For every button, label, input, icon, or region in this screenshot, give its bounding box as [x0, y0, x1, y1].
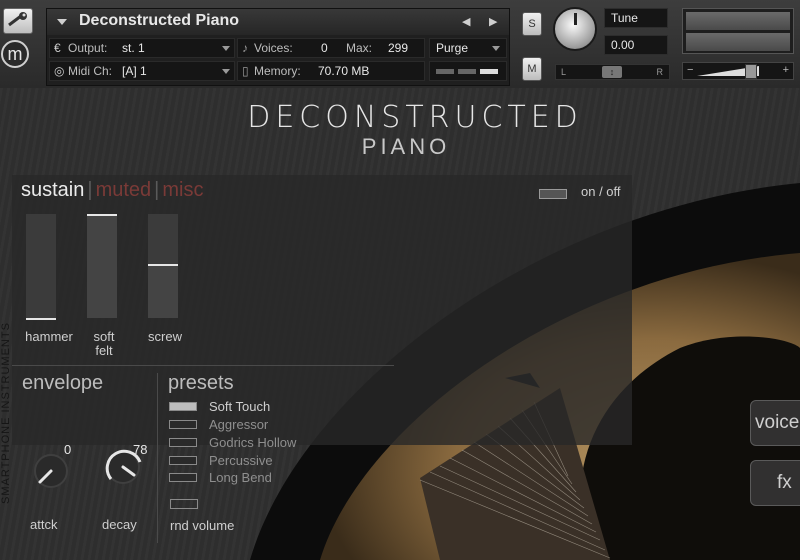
tune-knob[interactable]: [553, 7, 597, 51]
volume-slider[interactable]: − +: [682, 62, 794, 80]
memory-icon: ▯: [242, 64, 249, 78]
hammer-label: hammer: [25, 329, 73, 344]
screw-slider-handle[interactable]: [148, 264, 178, 266]
screw-slider-fill: [148, 264, 178, 318]
tab-muted[interactable]: muted: [96, 179, 152, 201]
preset-toggle[interactable]: [169, 438, 197, 447]
voices-label: Voices:: [254, 41, 293, 55]
midi-channel-selector[interactable]: ◎ Midi Ch: [A] 1: [49, 61, 235, 81]
midi-icon: ◎: [54, 64, 65, 78]
section-divider: [12, 365, 394, 366]
pan-right-label: R: [656, 67, 664, 77]
attack-label: attck: [30, 517, 58, 532]
pan-left-label: L: [561, 67, 567, 77]
tune-label: Tune: [604, 8, 668, 28]
vendor-side-text: SMARTPHONE INSTRUMENTS: [0, 322, 12, 504]
tab-misc[interactable]: misc: [162, 179, 203, 201]
pan-handle[interactable]: ↕: [602, 66, 622, 78]
level-meter: [682, 8, 794, 54]
voices-icon: ♪: [242, 41, 248, 55]
fx-button[interactable]: fx: [750, 460, 800, 506]
decay-label: decay: [102, 517, 137, 532]
next-instrument-icon[interactable]: ▶: [489, 15, 497, 28]
level-meter-right: [686, 33, 790, 51]
soft-felt-label: soft felt: [93, 329, 115, 358]
preset-label: Long Bend: [209, 470, 272, 485]
on-off-label: on / off: [581, 184, 621, 199]
memory-value: 70.70 MB: [318, 64, 370, 78]
cpu-meter-segment: [436, 69, 454, 74]
midi-label: Midi Ch:: [68, 64, 113, 78]
tab-separator: |: [87, 179, 93, 201]
kontakt-m-icon[interactable]: m: [1, 40, 29, 68]
output-selector[interactable]: € Output: st. 1: [49, 38, 235, 58]
tab-sustain[interactable]: sustain: [21, 179, 84, 201]
screw-label: screw: [148, 329, 182, 344]
on-off-toggle[interactable]: [539, 189, 567, 199]
voices-display: ♪ Voices: 0 Max: 299: [237, 38, 425, 58]
purge-label: Purge: [436, 41, 469, 55]
instrument-name[interactable]: Deconstructed Piano: [79, 12, 239, 30]
brand-subtitle: PIANO: [361, 134, 451, 159]
solo-button[interactable]: S: [522, 12, 542, 36]
wrench-icon[interactable]: [3, 8, 33, 34]
instrument-rack: Deconstructed Piano ◀ ▶ € Output: st. 1 …: [46, 8, 510, 86]
screw-slider[interactable]: [148, 214, 178, 318]
soft-felt-slider-handle[interactable]: [87, 214, 117, 216]
voice-button[interactable]: voice: [750, 400, 800, 446]
mute-button[interactable]: M: [522, 57, 542, 81]
cpu-meter-segment: [480, 69, 498, 74]
instrument-body: DECONSTRUCTED PIANO SMARTPHONE INSTRUMEN…: [0, 88, 800, 560]
section-divider-vertical: [157, 373, 158, 543]
preset-label: Aggressor: [209, 417, 269, 432]
volume-minus-label: −: [687, 64, 694, 76]
output-icon: €: [54, 41, 61, 55]
purge-dropdown-icon[interactable]: [492, 46, 500, 51]
level-meter-left: [686, 12, 790, 30]
max-label: Max:: [346, 41, 373, 55]
pan-slider[interactable]: L ↕ R: [555, 64, 670, 80]
collapse-triangle-icon[interactable]: [57, 19, 67, 25]
preset-label: Percussive: [209, 453, 273, 468]
output-label: Output:: [68, 41, 108, 55]
volume-plus-label: +: [782, 64, 789, 76]
prev-instrument-icon[interactable]: ◀: [462, 15, 470, 28]
preset-toggle[interactable]: [169, 473, 197, 482]
tab-separator: |: [154, 179, 160, 201]
preset-toggle[interactable]: [169, 402, 197, 411]
preset-toggle[interactable]: [169, 456, 197, 465]
attack-value: 0: [64, 442, 72, 457]
brand-title: DECONSTRUCTED: [247, 100, 583, 135]
output-value: st. 1: [122, 41, 145, 55]
rnd-volume-label: rnd volume: [170, 518, 235, 533]
tune-knob-pointer: [574, 13, 577, 25]
output-dropdown-icon[interactable]: [222, 46, 230, 51]
tune-value[interactable]: 0.00: [604, 35, 668, 55]
instrument-header: m Deconstructed Piano ◀ ▶ € Output: st. …: [0, 0, 800, 89]
soft-felt-slider[interactable]: [87, 214, 117, 318]
presets-title: presets: [168, 372, 234, 394]
preset-label: Godrics Hollow: [209, 435, 297, 450]
envelope-title: envelope: [22, 372, 104, 394]
purge-menu[interactable]: Purge: [429, 38, 507, 58]
soft-felt-slider-fill: [87, 214, 117, 318]
tab-bar: sustain | muted | misc: [21, 179, 203, 202]
voices-value: 0: [321, 41, 328, 55]
volume-handle[interactable]: [745, 64, 757, 79]
memory-display: ▯ Memory: 70.70 MB: [237, 61, 425, 81]
midi-dropdown-icon[interactable]: [222, 69, 230, 74]
hammer-slider[interactable]: [26, 214, 56, 320]
preset-toggle[interactable]: [169, 420, 197, 429]
rnd-volume-toggle[interactable]: [170, 499, 198, 509]
midi-value: [A] 1: [122, 64, 147, 78]
cpu-indicator: [429, 61, 507, 81]
memory-label: Memory:: [254, 64, 301, 78]
decay-value: 78: [133, 442, 148, 457]
max-voices-value[interactable]: 299: [388, 39, 408, 57]
cpu-meter-segment: [458, 69, 476, 74]
hammer-slider-handle[interactable]: [26, 318, 56, 320]
preset-label: Soft Touch: [209, 399, 271, 414]
